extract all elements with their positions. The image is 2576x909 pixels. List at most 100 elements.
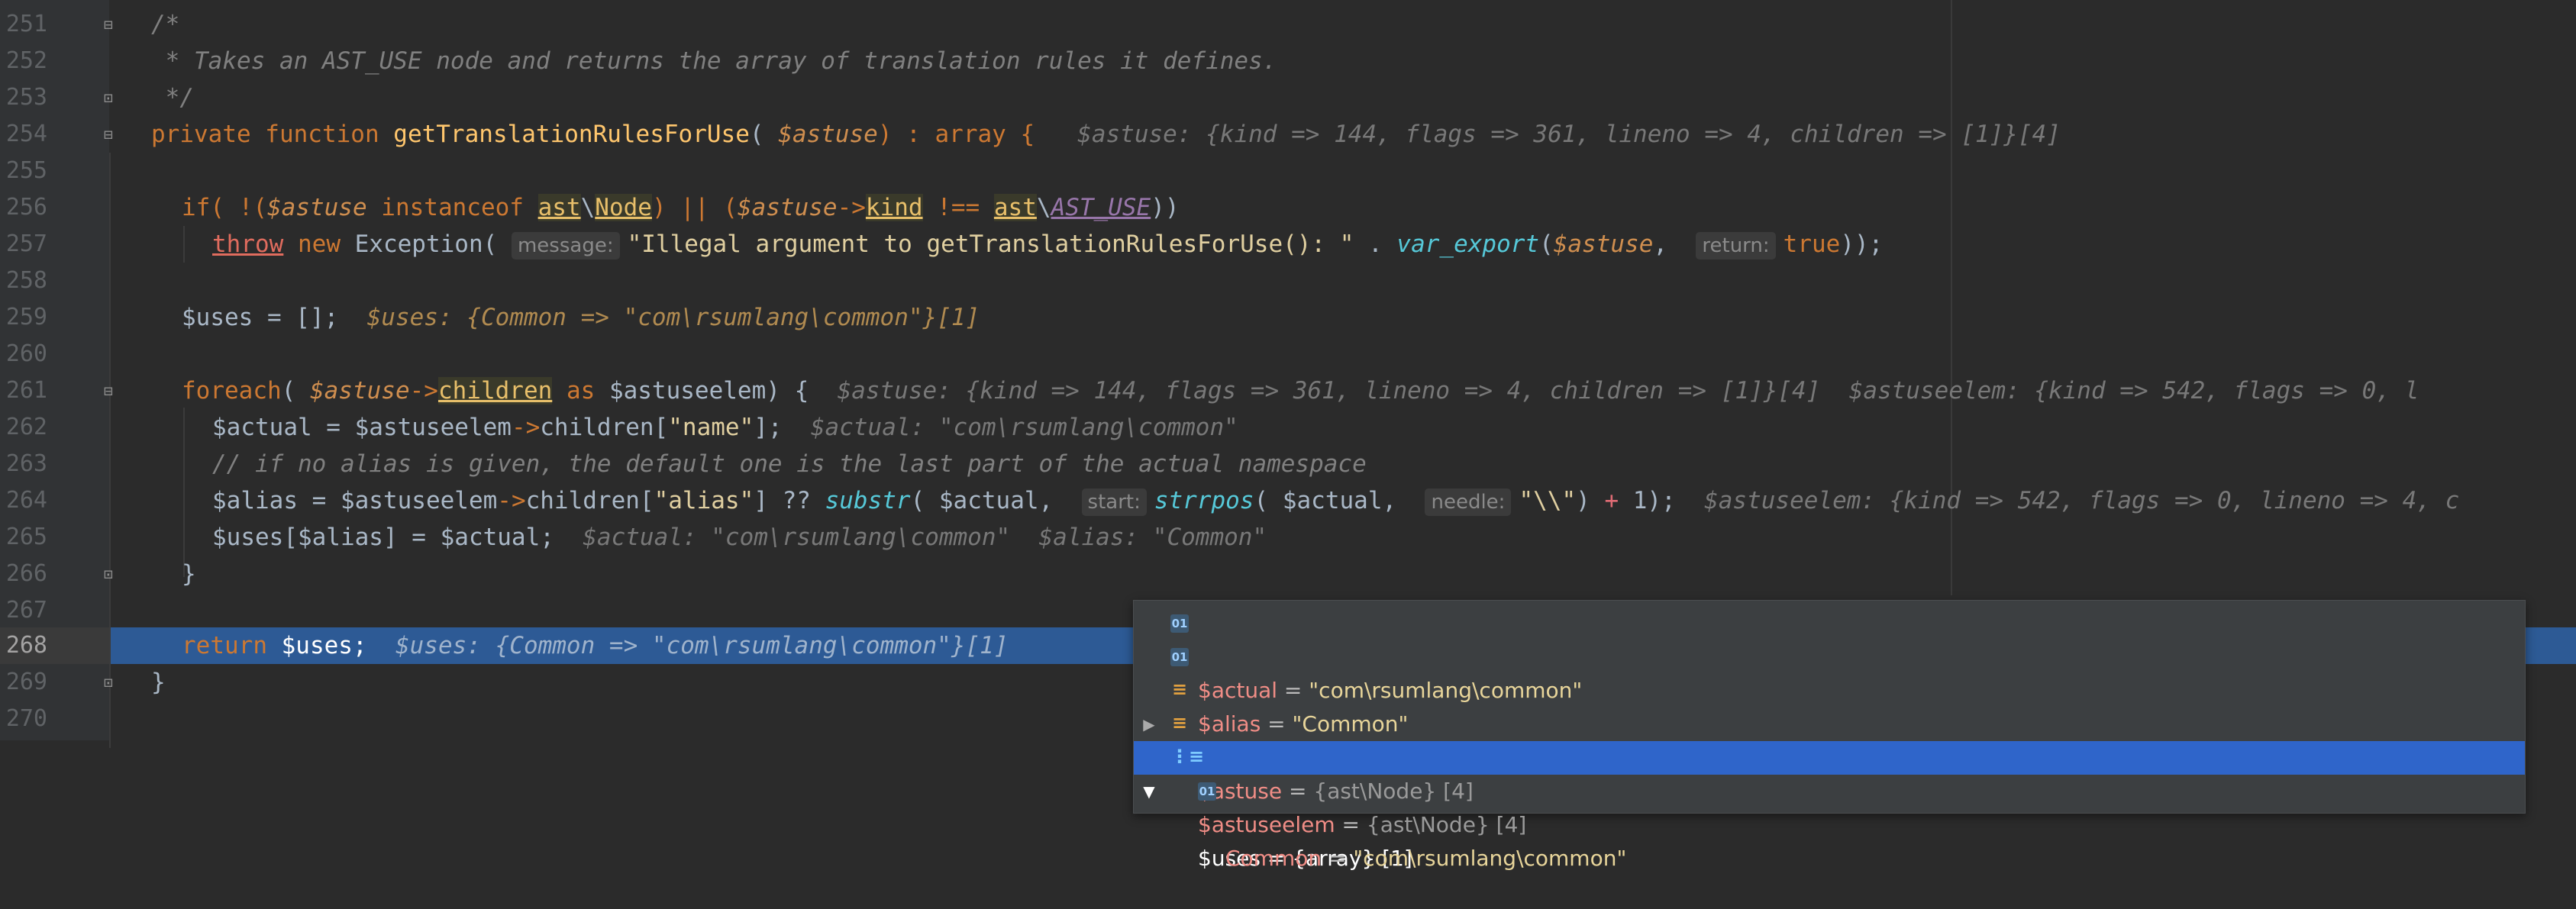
- equals-sign: =: [1335, 812, 1367, 837]
- line-number[interactable]: 252: [0, 43, 47, 79]
- inline-debug-value: $actual: "com\rsumlang\common": [810, 414, 1238, 441]
- line-number[interactable]: 270: [0, 701, 47, 737]
- line-number[interactable]: 259: [0, 299, 47, 336]
- code-punct: ( $actual,: [910, 487, 1082, 514]
- array-icon: ⋮≡: [1170, 746, 1205, 767]
- code-line-257[interactable]: throw new Exception( message: "Illegal ar…: [212, 226, 1883, 263]
- primitive-value-icon: 01: [1170, 614, 1189, 633]
- popup-variable-row[interactable]: 01 $actual = "com\rsumlang\common": [1134, 607, 2525, 703]
- keyword: throw: [212, 230, 284, 258]
- equals-sign: =: [1322, 846, 1354, 871]
- inline-debug-value: $uses: {Common => "com\rsumlang\common"}…: [395, 632, 1009, 659]
- indent-guide: [183, 408, 185, 577]
- code-line-264[interactable]: $alias = $astuseelem->children["alias"] …: [212, 482, 2459, 519]
- code-line-269[interactable]: }: [151, 664, 166, 701]
- line-number[interactable]: 251: [0, 6, 47, 43]
- code-punct: ->: [837, 194, 866, 221]
- fold-marker-icon[interactable]: ⊟: [100, 382, 117, 399]
- function-name: strrpos: [1154, 487, 1254, 514]
- fold-end-icon[interactable]: ⊡: [100, 89, 117, 106]
- code-line-266[interactable]: }: [182, 556, 196, 592]
- primitive-value-icon: 01: [1198, 782, 1216, 801]
- code-line-268[interactable]: return $uses; $uses: {Common => "com\rsu…: [182, 627, 1009, 664]
- code-punct: !==: [922, 194, 994, 221]
- code-line-254[interactable]: private function getTranslationRulesForU…: [151, 116, 2061, 153]
- function-name: substr: [825, 487, 911, 514]
- code-line-252[interactable]: * Takes an AST_USE node and returns the …: [151, 43, 1277, 79]
- code-punct: ->: [511, 414, 541, 441]
- variable-name: $astuseelem: [1198, 812, 1335, 837]
- line-number[interactable]: 263: [0, 446, 47, 482]
- code-line-265[interactable]: $uses[$alias] = $actual; $actual: "com\r…: [212, 519, 1267, 556]
- primitive-value-icon: 01: [1170, 648, 1189, 666]
- debug-variables-popup[interactable]: 01 $actual = "com\rsumlang\common" 01 $a…: [1133, 600, 2526, 871]
- code-line-251[interactable]: /*: [151, 6, 179, 43]
- line-number[interactable]: 267: [0, 592, 47, 629]
- namespace: ast: [993, 194, 1037, 221]
- popup-variable-row[interactable]: 01 $alias = "Common": [1134, 640, 2525, 737]
- code-punct: (: [749, 121, 779, 148]
- code-punct: )): [1151, 194, 1180, 221]
- inline-debug-value: $astuseelem: {kind => 542, flags => 0, l…: [1704, 487, 2460, 514]
- code-punct: ];: [754, 414, 783, 441]
- code-line-263[interactable]: // if no alias is given, the default one…: [212, 446, 1367, 482]
- fold-marker-icon[interactable]: ⊟: [100, 126, 117, 143]
- code-punct: ));: [1840, 230, 1884, 258]
- code-punct: ( $actual,: [1254, 487, 1425, 514]
- code-line-256[interactable]: if( !($astuse instanceof ast\Node) || ($…: [182, 189, 1180, 226]
- inline-debug-value: $astuse: {kind => 144, flags => 361, lin…: [837, 377, 1821, 405]
- line-number[interactable]: 261: [0, 372, 47, 409]
- popup-variable-row[interactable]: ▶ ≡ $astuseelem = {ast\Node} [4]: [1134, 708, 2525, 837]
- class-name: Node: [595, 194, 652, 221]
- keyword: foreach: [182, 377, 282, 405]
- popup-variable-row-child[interactable]: 01 Common = "com\rsumlang\common": [1134, 775, 2525, 871]
- line-number[interactable]: 254: [0, 116, 47, 153]
- code-punct: .: [1354, 230, 1397, 258]
- line-number[interactable]: 264: [0, 482, 47, 519]
- variable: $astuse: [266, 194, 367, 221]
- popup-variable-row-selected[interactable]: ▼ ⋮≡ $uses = {array} [1]: [1134, 741, 2525, 871]
- code-punct: ) : array {: [877, 121, 1035, 148]
- code-punct: ( !(: [210, 194, 267, 221]
- code-line-262[interactable]: $actual = $astuseelem->children["name"];…: [212, 409, 1238, 446]
- property: kind: [865, 194, 923, 221]
- keyword: if: [182, 194, 211, 221]
- line-number[interactable]: 260: [0, 336, 47, 372]
- popup-variable-row[interactable]: ▶ ≡ $astuse = {ast\Node} [4]: [1134, 674, 2525, 804]
- function-name: getTranslationRulesForUse: [393, 121, 750, 148]
- code-punct: ] ??: [754, 487, 825, 514]
- line-number[interactable]: 262: [0, 409, 47, 446]
- line-number[interactable]: 266: [0, 556, 47, 592]
- fold-marker-icon[interactable]: ⊟: [100, 16, 117, 33]
- code-punct: ->: [409, 377, 438, 405]
- code-text: $alias = $astuseelem: [212, 487, 498, 514]
- fold-end-icon[interactable]: ⊡: [100, 566, 117, 582]
- line-number[interactable]: 258: [0, 263, 47, 299]
- class-name: Exception(: [354, 230, 512, 258]
- code-text: $actual = $astuseelem: [212, 414, 512, 441]
- code-text: $uses[$alias] = $actual;: [212, 524, 554, 551]
- code-line-253[interactable]: */: [151, 79, 194, 116]
- line-number-current[interactable]: 268: [0, 627, 47, 664]
- line-number[interactable]: 269: [0, 664, 47, 701]
- code-line-259[interactable]: $uses = []; $uses: {Common => "com\rsuml…: [182, 299, 980, 336]
- code-punct: 1);: [1619, 487, 1676, 514]
- code-punct: ,: [1653, 230, 1696, 258]
- line-number[interactable]: 265: [0, 519, 47, 556]
- code-text: children[: [525, 487, 654, 514]
- variable: $astuse: [737, 194, 838, 221]
- line-number[interactable]: 256: [0, 189, 47, 226]
- parameter-hint: start:: [1081, 488, 1147, 516]
- keyword: as: [552, 377, 609, 405]
- code-line-261[interactable]: foreach( $astuse->children as $astuseele…: [182, 372, 2419, 409]
- variable-type: {ast\Node} [4]: [1366, 812, 1527, 837]
- code-text: $uses = [];: [182, 304, 339, 331]
- line-number[interactable]: 253: [0, 79, 47, 116]
- code-punct: (: [1539, 230, 1554, 258]
- line-number[interactable]: 257: [0, 226, 47, 263]
- fold-end-icon[interactable]: ⊡: [100, 674, 117, 691]
- line-number[interactable]: 255: [0, 153, 47, 189]
- variable-name: Common: [1225, 846, 1322, 871]
- inline-debug-value: $astuse: {kind => 144, flags => 361, lin…: [1077, 121, 2061, 148]
- code-text: $uses;: [266, 632, 367, 659]
